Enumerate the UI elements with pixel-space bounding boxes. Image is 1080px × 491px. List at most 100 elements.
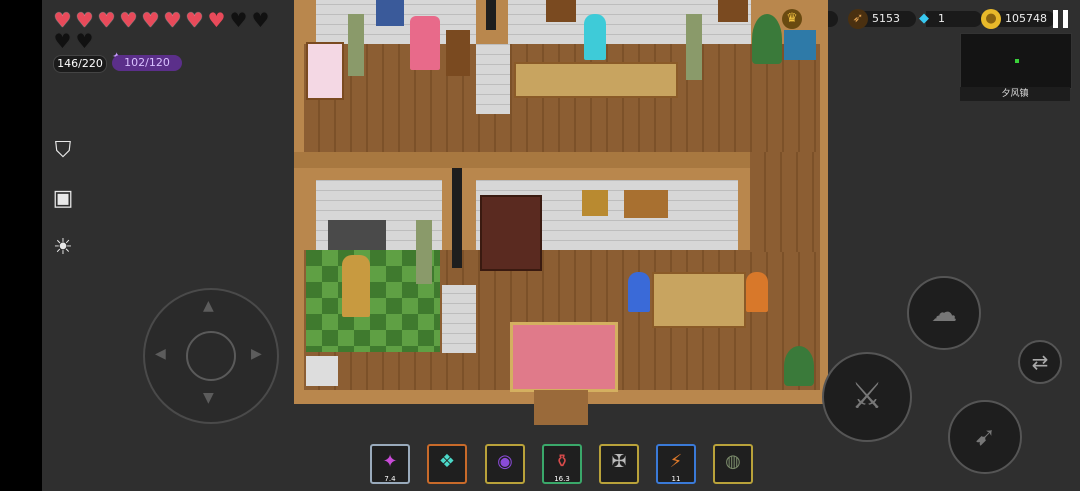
shield-icon: ⛉	[54, 138, 72, 163]
attack-button[interactable]: ⚔	[822, 352, 912, 442]
lamp-post	[348, 14, 364, 76]
player-knight[interactable]	[342, 255, 370, 317]
health-hearts: ♥ ♥ ♥ ♥ ♥ ♥ ♥ ♥ ♥ ♥ ♥ ♥	[52, 10, 282, 51]
potted-plant-2	[784, 346, 814, 386]
virtual-joystick[interactable]: ▲ ▼ ◀ ▶	[143, 288, 279, 424]
heart-icon: ♥	[119, 8, 138, 32]
shopkeeper-npc[interactable]	[584, 14, 606, 60]
heart-icon: ♥	[53, 8, 72, 32]
blue-chair	[784, 30, 816, 60]
coin-icon: ●	[981, 9, 1001, 29]
sword-icon: ⚔	[850, 376, 884, 417]
joystick-right-icon: ▶	[251, 346, 262, 362]
inventory-button[interactable]: ▣	[50, 186, 76, 212]
skill-slot-3[interactable]: ◉	[485, 444, 525, 484]
skill-slot-2[interactable]: ❖	[427, 444, 467, 484]
skill-icon: ⚡	[669, 451, 683, 472]
pause-button[interactable]	[1053, 10, 1069, 28]
heart-icon: ♥	[185, 8, 204, 32]
dining-table	[652, 272, 746, 328]
bow-icon: ➶	[848, 9, 868, 29]
pause-bar-right	[1063, 10, 1068, 28]
player-marker	[1015, 59, 1019, 63]
backpack-icon: ▣	[52, 186, 74, 211]
joystick-down-icon: ▼	[203, 390, 214, 406]
heart-icon: ♥	[163, 8, 182, 32]
heart-icon: ♥	[229, 8, 248, 32]
coins-value: 105748	[993, 11, 1055, 27]
location-name: 夕风镇	[960, 87, 1070, 101]
shoe-icon: ➹	[974, 422, 996, 452]
skill-slot-5[interactable]: ✠	[599, 444, 639, 484]
lamp-post-3	[416, 220, 432, 284]
lower-divider-gap	[452, 168, 462, 268]
skill-icon: ✠	[611, 451, 627, 472]
dress-mannequin	[410, 16, 440, 70]
heart-icon: ♥	[206, 8, 227, 32]
arrows-display: ➶ 5153	[848, 9, 916, 29]
upper-pillar	[476, 44, 510, 114]
skill-count: 11	[671, 475, 681, 483]
minimap[interactable]	[960, 33, 1072, 89]
wall-painting	[582, 190, 608, 216]
altar-chest	[328, 220, 386, 250]
level-crown-icon: ♛	[782, 9, 802, 29]
cloud-icon: ☁	[931, 298, 957, 328]
pink-rug	[510, 322, 618, 392]
upper-floor	[304, 44, 820, 152]
game-screen: ♥♥♥♥♥♥♥♥♥♥♥♥ 146/220 ✦ 102/120 ⛉ ▣ ☀ ♛ 2…	[0, 0, 1080, 491]
heart-icon: ♥	[141, 8, 160, 32]
arrows-value: 5153	[860, 11, 916, 27]
game-map	[294, 0, 828, 425]
dash-button[interactable]: ➹	[948, 400, 1022, 474]
wall-shelf	[624, 190, 668, 218]
bed	[306, 42, 344, 100]
hp-counter: 146/220	[53, 55, 107, 73]
diamonds-value: 1	[926, 11, 982, 27]
stairs[interactable]	[306, 356, 338, 386]
lamp-post-2	[686, 14, 702, 80]
skill-count: 16.3	[554, 475, 570, 483]
right-corridor	[750, 152, 820, 252]
equipment-button[interactable]: ⛉	[50, 138, 76, 164]
upper-right-wall	[508, 0, 751, 44]
heart-icon: ♥	[251, 8, 270, 32]
flower-stand	[446, 30, 470, 76]
window-curtain	[376, 0, 404, 26]
skill-slot-4[interactable]: ⚱ 16.3	[542, 444, 582, 484]
hint-button[interactable]: ☀	[50, 235, 76, 261]
swap-icon: ⇄	[1031, 350, 1049, 374]
villager-npc-blue[interactable]	[628, 272, 650, 312]
joystick-knob[interactable]	[186, 331, 236, 381]
coins-display: ● 105748	[981, 9, 1055, 29]
front-doorway[interactable]	[534, 390, 588, 425]
upper-window-2	[718, 0, 748, 22]
skill-icon: ◉	[497, 451, 513, 472]
heart-icon: ♥	[53, 29, 72, 53]
heart-icon: ♥	[75, 8, 94, 32]
diamond-icon: ◆	[919, 11, 929, 26]
heart-icon: ♥	[97, 8, 116, 32]
skill-icon: ❖	[438, 451, 456, 472]
joystick-up-icon: ▲	[203, 298, 214, 314]
swap-weapon-button[interactable]: ⇄	[1018, 340, 1062, 384]
villager-npc-orange[interactable]	[746, 272, 768, 312]
upper-doorway	[486, 0, 496, 30]
left-letterbox	[0, 0, 42, 491]
skill-icon: ◍	[725, 451, 741, 472]
skill-icon: ⚱	[554, 451, 570, 472]
mp-counter: 102/120	[112, 55, 182, 71]
skill-slot-6[interactable]: ⚡ 11	[656, 444, 696, 484]
upper-window-1	[546, 0, 576, 22]
skill-slot-1[interactable]: ✦ 7.4	[370, 444, 410, 484]
skill-slot-7[interactable]: ◍	[713, 444, 753, 484]
bookshelf	[480, 195, 542, 271]
skill-count: 7.4	[384, 475, 396, 483]
pause-bar-left	[1053, 10, 1058, 28]
joystick-left-icon: ◀	[155, 346, 166, 362]
lower-pillar	[442, 285, 476, 353]
diamonds-display: ◆ 1	[914, 10, 982, 28]
potted-plant	[752, 14, 782, 64]
weather-skill-button[interactable]: ☁	[907, 276, 981, 350]
middle-divider	[294, 152, 750, 168]
